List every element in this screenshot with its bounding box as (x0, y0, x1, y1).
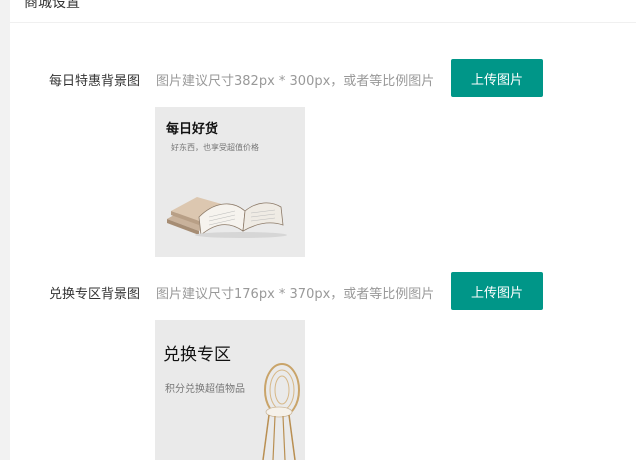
daily-deals-preview-image: 每日好货 好东西，也享受超值价格 (155, 107, 305, 257)
page-title: 商城设置 (24, 0, 80, 11)
left-sidebar-edge (0, 0, 10, 460)
open-book-icon (167, 197, 287, 238)
rattan-chair-icon (262, 363, 300, 460)
mall-settings-page: 商城设置 每日特惠背景图 图片建议尺寸382px * 300px，或者等比例图片… (0, 0, 636, 460)
daily-deals-bg-label: 每日特惠背景图 (48, 74, 140, 89)
daily-deals-size-hint: 图片建议尺寸382px * 300px，或者等比例图片 (156, 74, 435, 89)
daily-deals-upload-button[interactable]: 上传图片 (451, 59, 543, 97)
exchange-zone-size-hint: 图片建议尺寸176px * 370px，或者等比例图片 (156, 287, 435, 302)
settings-header: 商城设置 (10, 0, 636, 23)
exchange-zone-upload-button[interactable]: 上传图片 (451, 272, 543, 310)
exchange-zone-preview-image: 兑换专区 积分兑换超值物品 (155, 320, 305, 460)
exchange-zone-bg-label: 兑换专区背景图 (48, 287, 140, 302)
